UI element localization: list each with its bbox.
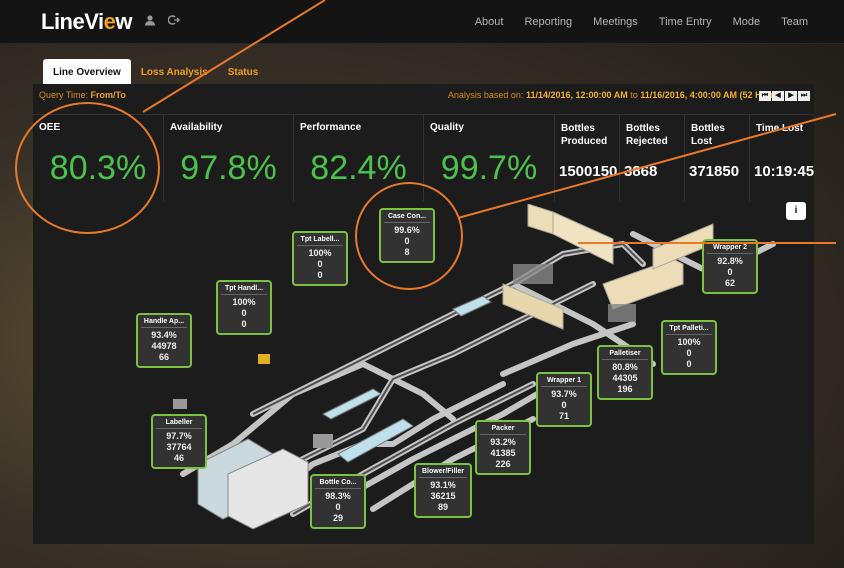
kpi-quality: Quality 99.7%	[424, 115, 555, 201]
nav-reporting[interactable]: Reporting	[524, 16, 572, 28]
last-period-button[interactable]: ⏭	[798, 91, 810, 101]
machine-card-packer[interactable]: Packer 93.2% 41385 226	[475, 420, 531, 475]
kpi-bottles-produced: Bottles Produced 1500150	[555, 115, 620, 201]
kpi-availability: Availability 97.8%	[164, 115, 294, 201]
machine-card-palletiser[interactable]: Palletiser 80.8% 44305 196	[597, 345, 653, 400]
tab-line-overview[interactable]: Line Overview	[43, 59, 131, 84]
kpi-oee: OEE 80.3%	[33, 115, 164, 201]
time-pager: ⏮ ◀ ▶ ⏭	[759, 91, 810, 101]
machine-card-tpt-palletiser[interactable]: Tpt Palleti... 100% 0 0	[661, 320, 717, 375]
query-bar: Query Time: From/To Analysis based on: 1…	[33, 90, 814, 104]
kpi-bottles-lost: Bottles Lost 371850	[685, 115, 750, 201]
logout-icon[interactable]	[167, 14, 181, 28]
nav-time-entry[interactable]: Time Entry	[659, 16, 712, 28]
kpi-time-lost: Time Lost 10:19:45	[754, 123, 815, 180]
machine-card-labeller[interactable]: Labeller 97.7% 37764 46	[151, 414, 207, 469]
first-period-button[interactable]: ⏮	[759, 91, 771, 101]
tab-status[interactable]: Status	[218, 59, 269, 84]
machine-card-case-con[interactable]: Case Con... 99.6% 0 8	[379, 208, 435, 263]
kpi-row: OEE 80.3% Availability 97.8% Performance…	[33, 114, 815, 201]
machine-card-wrapper-1[interactable]: Wrapper 1 93.7% 0 71	[536, 372, 592, 427]
top-navbar: LineView About Reporting Meetings Time E…	[0, 0, 844, 44]
nav-team[interactable]: Team	[781, 16, 808, 28]
machine-card-tpt-handler[interactable]: Tpt Handl... 100% 0 0	[216, 280, 272, 335]
nav-links: About Reporting Meetings Time Entry Mode…	[475, 16, 808, 28]
query-time[interactable]: Query Time: From/To	[39, 90, 126, 100]
machine-card-blower-filler[interactable]: Blower/Filler 93.1% 36215 89	[414, 463, 472, 518]
brand-logo[interactable]: LineView	[41, 9, 132, 35]
nav-mode[interactable]: Mode	[733, 16, 761, 28]
machine-card-tpt-labeller[interactable]: Tpt Labell... 100% 0 0	[292, 231, 348, 286]
nav-meetings[interactable]: Meetings	[593, 16, 638, 28]
kpi-bottles-rejected: Bottles Rejected 3868	[620, 115, 685, 201]
analysis-range: Analysis based on: 11/14/2016, 12:00:00 …	[447, 90, 784, 100]
machine-card-handle-applicator[interactable]: Handle Ap... 93.4% 44978 66	[136, 313, 192, 368]
machine-card-bottle-conveyor[interactable]: Bottle Co... 98.3% 0 29	[310, 474, 366, 529]
machine-card-wrapper-2[interactable]: Wrapper 2 92.8% 0 62	[702, 239, 758, 294]
prev-period-button[interactable]: ◀	[772, 91, 784, 101]
tab-bar: Line Overview Loss Analysis Status	[43, 59, 268, 84]
nav-about[interactable]: About	[475, 16, 504, 28]
line-overview-panel: Query Time: From/To Analysis based on: 1…	[33, 84, 814, 544]
tab-loss-analysis[interactable]: Loss Analysis	[131, 59, 218, 84]
next-period-button[interactable]: ▶	[785, 91, 797, 101]
kpi-performance: Performance 82.4%	[294, 115, 424, 201]
user-icon[interactable]	[143, 14, 157, 28]
